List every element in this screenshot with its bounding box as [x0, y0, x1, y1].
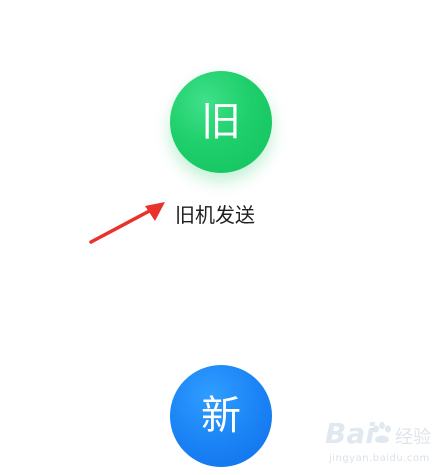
old-device-send-button[interactable]: 旧 [170, 71, 272, 173]
baidu-jingyan-watermark: Bai 经验 jingyan.baidu.com [325, 415, 435, 469]
old-device-glyph: 旧 [201, 99, 241, 145]
watermark-url: jingyan.baidu.com [329, 453, 430, 464]
baidu-paw-icon [373, 421, 391, 443]
new-device-receive-button[interactable]: 新 [170, 365, 272, 467]
new-device-glyph: 新 [201, 393, 241, 439]
watermark-suffix: 经验 [395, 427, 431, 448]
annotation-arrow-icon [89, 202, 165, 244]
watermark-brand: Bai [325, 417, 375, 450]
old-device-label: 旧机发送 [175, 203, 255, 227]
